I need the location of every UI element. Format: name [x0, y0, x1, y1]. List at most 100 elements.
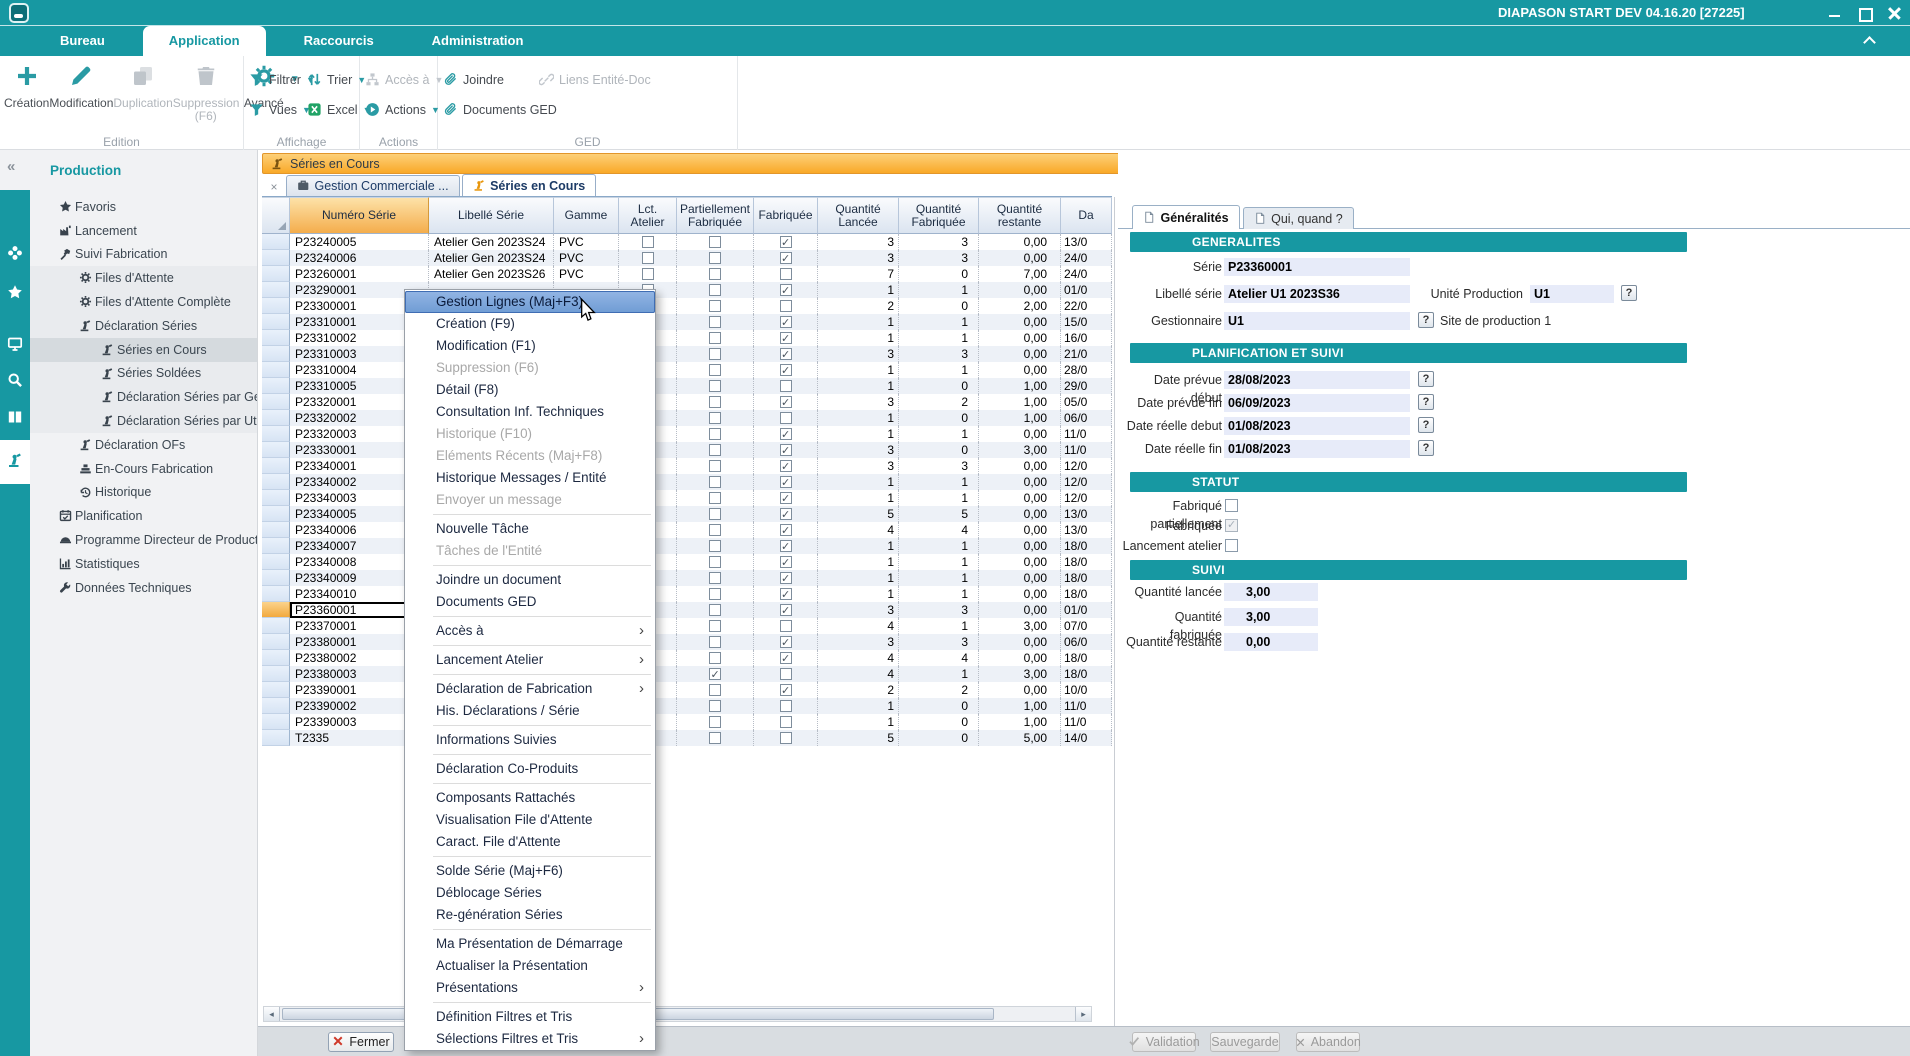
cell-quantite-lancee[interactable]: 1 [818, 474, 899, 490]
cell-quantite-restante[interactable]: 0,00 [979, 282, 1061, 298]
cell-quantite-lancee[interactable]: 1 [818, 314, 899, 330]
cell-partiellement-fabriquee[interactable] [677, 538, 754, 554]
tree-expand-icon[interactable] [84, 393, 98, 401]
cell-quantite-lancee[interactable]: 4 [818, 650, 899, 666]
column-header-lct-atelier[interactable]: Lct. Atelier [619, 197, 677, 234]
cell-quantite-fabriquee[interactable]: 4 [899, 522, 979, 538]
row-selector[interactable] [262, 314, 290, 330]
help-button[interactable]: ? [1418, 371, 1434, 387]
cell-quantite-restante[interactable]: 0,00 [979, 538, 1061, 554]
table-row[interactable]: P23340007 1 1 0,00 18/0 [262, 538, 1112, 554]
rail-module-icon[interactable] [0, 237, 30, 273]
cell-quantite-restante[interactable]: 0,00 [979, 474, 1061, 490]
context-menu-item[interactable]: His. Déclarations / Série [405, 700, 655, 722]
cell-fabriquee[interactable] [754, 378, 818, 394]
cell-partiellement-fabriquee[interactable] [677, 714, 754, 730]
cell-fabriquee[interactable] [754, 234, 818, 250]
cell-quantite-fabriquee[interactable]: 1 [899, 538, 979, 554]
lct-atelier-checkbox[interactable] [642, 252, 654, 264]
cell-partiellement-fabriquee[interactable] [677, 650, 754, 666]
table-row[interactable]: P23340010 1 1 0,00 18/0 [262, 586, 1112, 602]
cell-libelle-serie[interactable]: Atelier Gen 2023S24 [429, 234, 554, 250]
rail-module-icon[interactable] [0, 328, 30, 364]
cell-quantite-restante[interactable]: 0,00 [979, 234, 1061, 250]
cell-quantite-lancee[interactable]: 4 [818, 522, 899, 538]
context-menu-item[interactable]: Envoyer un message [405, 489, 655, 511]
context-menu-item[interactable] [405, 511, 655, 518]
context-menu-item[interactable]: Tâches de l'Entité [405, 540, 655, 562]
cell-quantite-restante[interactable]: 0,00 [979, 570, 1061, 586]
fabriquee-checkbox[interactable] [780, 716, 792, 728]
scroll-right-icon[interactable]: ▸ [1075, 1007, 1091, 1021]
cell-fabriquee[interactable] [754, 714, 818, 730]
table-row[interactable]: P23340002 1 1 0,00 12/0 [262, 474, 1112, 490]
cell-fabriquee[interactable] [754, 394, 818, 410]
unite-production-input[interactable]: U1 [1530, 285, 1614, 303]
column-header-quantite-restante[interactable]: Quantité restante [979, 197, 1061, 234]
cell-quantite-fabriquee[interactable]: 1 [899, 618, 979, 634]
rail-module-icon[interactable] [0, 401, 30, 437]
cell-quantite-fabriquee[interactable]: 0 [899, 378, 979, 394]
cell-fabriquee[interactable] [754, 730, 818, 746]
cell-fabriquee[interactable] [754, 618, 818, 634]
cell-partiellement-fabriquee[interactable] [677, 602, 754, 618]
cell-libelle-serie[interactable]: Atelier Gen 2023S26 [429, 266, 554, 282]
tree-expand-icon[interactable] [84, 417, 98, 425]
cell-date[interactable]: 06/0 [1061, 410, 1112, 426]
fabriquee-checkbox[interactable] [780, 348, 792, 360]
cell-quantite-fabriquee[interactable]: 1 [899, 314, 979, 330]
cell-partiellement-fabriquee[interactable] [677, 618, 754, 634]
cell-fabriquee[interactable] [754, 330, 818, 346]
cell-quantite-lancee[interactable]: 1 [818, 714, 899, 730]
partiellement-checkbox[interactable] [709, 524, 721, 536]
partiellement-checkbox[interactable] [709, 332, 721, 344]
partiellement-checkbox[interactable] [709, 396, 721, 408]
partiellement-checkbox[interactable] [709, 572, 721, 584]
cell-quantite-lancee[interactable]: 3 [818, 234, 899, 250]
cell-quantite-fabriquee[interactable]: 0 [899, 442, 979, 458]
cell-partiellement-fabriquee[interactable] [677, 522, 754, 538]
sidebar-tree-item[interactable]: Suivi Fabrication [30, 243, 257, 267]
table-row[interactable]: T2335 5 0 5,00 14/0 [262, 730, 1112, 746]
partiellement-checkbox[interactable] [709, 652, 721, 664]
fabriquee-checkbox[interactable] [780, 300, 792, 312]
actions-button[interactable]: Actions▼ [360, 96, 437, 124]
cell-date[interactable]: 13/0 [1061, 234, 1112, 250]
fabriquee-checkbox[interactable] [780, 700, 792, 712]
partiellement-checkbox[interactable] [709, 476, 721, 488]
rail-module-icon[interactable] [0, 276, 30, 312]
cell-date[interactable]: 13/0 [1061, 522, 1112, 538]
cell-quantite-restante[interactable]: 0,00 [979, 602, 1061, 618]
cell-quantite-fabriquee[interactable]: 1 [899, 330, 979, 346]
cell-fabriquee[interactable] [754, 666, 818, 682]
context-menu-item[interactable]: Nouvelle Tâche [405, 518, 655, 540]
cell-quantite-lancee[interactable]: 1 [818, 410, 899, 426]
cell-quantite-lancee[interactable]: 1 [818, 426, 899, 442]
cell-date[interactable]: 16/0 [1061, 330, 1112, 346]
rail-module-icon[interactable] [0, 440, 30, 484]
cell-partiellement-fabriquee[interactable] [677, 666, 754, 682]
context-menu-item[interactable] [405, 926, 655, 933]
cell-lct-atelier[interactable] [619, 266, 677, 282]
fabriquee-checkbox[interactable] [780, 636, 792, 648]
cell-partiellement-fabriquee[interactable] [677, 234, 754, 250]
partiellement-checkbox[interactable] [709, 380, 721, 392]
context-menu-item[interactable]: Eléments Récents (Maj+F8) [405, 445, 655, 467]
row-selector[interactable] [262, 522, 290, 538]
row-selector[interactable] [262, 730, 290, 746]
cell-partiellement-fabriquee[interactable] [677, 282, 754, 298]
table-row[interactable]: P23390002 1 0 1,00 11/0 [262, 698, 1112, 714]
cell-date[interactable]: 18/0 [1061, 666, 1112, 682]
table-row[interactable]: P23310002 1 1 0,00 16/0 [262, 330, 1112, 346]
cell-numero-serie[interactable]: P23260001 [290, 266, 429, 282]
panel-splitter[interactable] [1114, 197, 1115, 1026]
cell-quantite-restante[interactable]: 0,00 [979, 554, 1061, 570]
fabriquee-checkbox[interactable] [780, 236, 792, 248]
cell-quantite-fabriquee[interactable]: 1 [899, 426, 979, 442]
partiellement-checkbox[interactable] [709, 588, 721, 600]
context-menu-item[interactable]: Gestion Lignes (Maj+F3) [405, 291, 655, 313]
sidebar-tree-item[interactable]: Statistiques [30, 552, 257, 576]
fabriquee-checkbox[interactable] [780, 668, 792, 680]
fabriquee-checkbox[interactable] [780, 572, 792, 584]
lct-atelier-checkbox[interactable] [642, 236, 654, 248]
